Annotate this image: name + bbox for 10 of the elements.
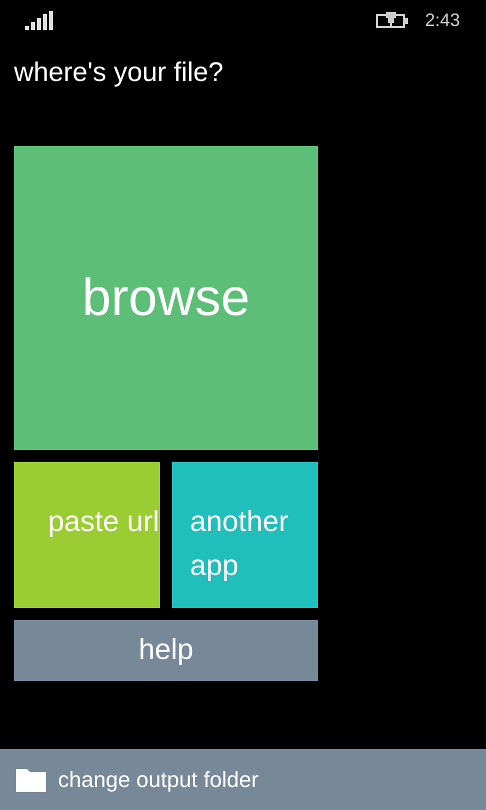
browse-tile[interactable]: browse [14,146,318,450]
wide-tile[interactable]: help [14,620,318,681]
folder-icon [16,767,46,792]
change-output-folder-link[interactable]: change output folder [58,763,259,796]
tile[interactable]: another app [172,462,318,608]
battery-charging-icon [376,12,409,28]
page-title: where's your file? [14,57,224,87]
tile[interactable]: paste url [14,462,160,608]
signal-icon [25,10,54,30]
clock-time: 2:43 [424,8,460,32]
